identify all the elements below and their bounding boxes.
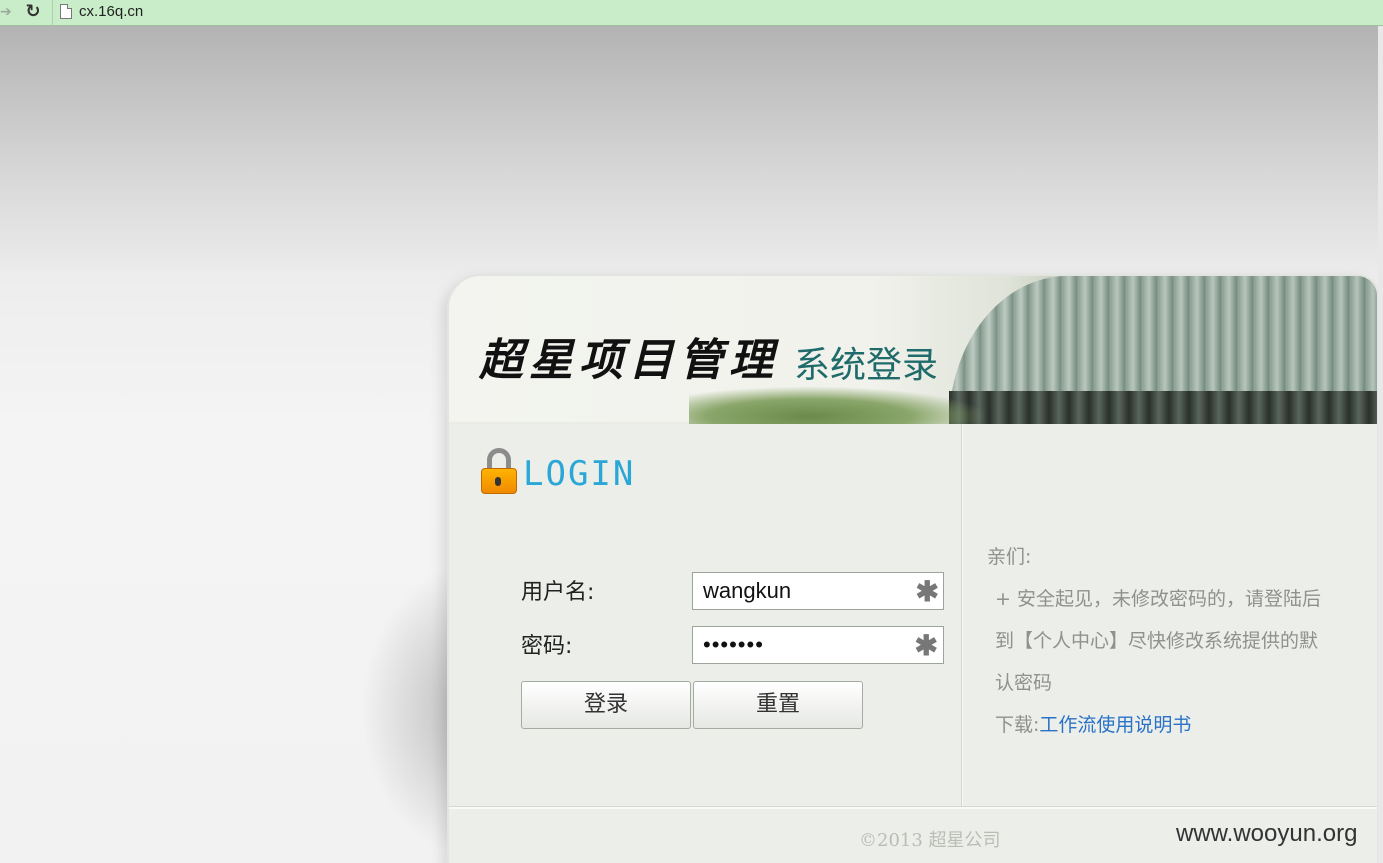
download-label: 下载: bbox=[995, 714, 1040, 736]
copyright: ©2013 超星公司 bbox=[859, 830, 1001, 851]
banner: 超星项目管理 系统登录 bbox=[449, 276, 1377, 424]
password-label: 密码: bbox=[521, 634, 573, 659]
username-label: 用户名: bbox=[521, 580, 595, 605]
forward-arrow-icon[interactable]: ➔ bbox=[0, 3, 14, 21]
asterisk-icon: ✱ bbox=[914, 630, 939, 661]
password-input[interactable]: ••••••• ✱ bbox=[692, 626, 944, 664]
notice-line-2: 到【个人中心】尽快修改系统提供的默 bbox=[995, 630, 1319, 652]
vertical-divider bbox=[961, 424, 963, 806]
banner-subtitle: 系统登录 bbox=[794, 345, 939, 386]
banner-title: 超星项目管理 bbox=[479, 335, 779, 386]
username-value[interactable]: wangkun bbox=[703, 578, 791, 603]
lock-icon bbox=[479, 448, 519, 496]
notice-greeting: 亲们: bbox=[987, 546, 1032, 568]
login-panel: 超星项目管理 系统登录 LOGIN 用户名: wangkun ✱ 密码: •••… bbox=[447, 274, 1379, 863]
login-heading: LOGIN bbox=[523, 454, 636, 494]
password-value[interactable]: ••••••• bbox=[703, 632, 764, 657]
url-field[interactable]: cx.16q.cn bbox=[52, 0, 1383, 25]
username-input[interactable]: wangkun ✱ bbox=[692, 572, 944, 610]
building-base-image bbox=[949, 391, 1377, 424]
page-icon bbox=[60, 4, 72, 19]
notice-line-3: 认密码 bbox=[995, 672, 1053, 694]
reload-icon[interactable]: ↻ bbox=[22, 1, 44, 23]
address-bar: ➔ ↻ cx.16q.cn bbox=[0, 0, 1383, 26]
horizontal-divider bbox=[449, 806, 1377, 809]
download-row: 下载:工作流使用说明书 bbox=[995, 710, 1191, 737]
notice-line-1: + 安全起见，未修改密码的，请登陆后 bbox=[995, 588, 1321, 610]
trees-image bbox=[689, 386, 989, 424]
asterisk-icon: ✱ bbox=[915, 576, 939, 607]
url-text[interactable]: cx.16q.cn bbox=[79, 3, 143, 20]
right-edge bbox=[1378, 26, 1383, 863]
watermark: www.wooyun.org bbox=[1176, 820, 1358, 847]
reset-button[interactable]: 重置 bbox=[693, 681, 863, 729]
manual-download-link[interactable]: 工作流使用说明书 bbox=[1039, 714, 1191, 736]
login-button[interactable]: 登录 bbox=[521, 681, 691, 729]
